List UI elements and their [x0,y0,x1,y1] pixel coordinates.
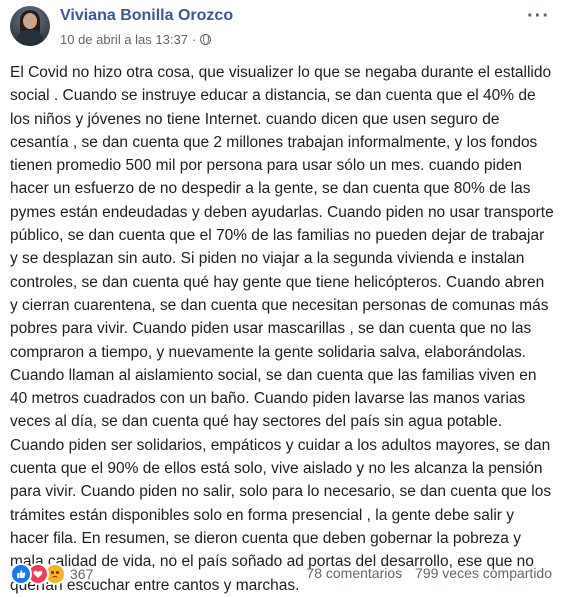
comments-count-link[interactable]: 78 comentarios [306,565,402,581]
author-name-link[interactable]: Viviana Bonilla Orozco [60,7,233,25]
facebook-post: Viviana Bonilla Orozco 10 de abril a las… [0,0,562,597]
like-icon [10,563,32,585]
avatar[interactable] [10,6,50,46]
reactions-summary[interactable]: 367 [10,563,93,585]
more-options-icon[interactable]: ··· [527,6,550,26]
meta-separator: · [191,32,197,47]
post-header: Viviana Bonilla Orozco 10 de abril a las… [10,6,552,52]
post-timestamp[interactable]: 10 de abril a las 13:37 [60,32,188,47]
reaction-count[interactable]: 367 [70,566,93,582]
globe-icon[interactable] [200,34,212,45]
post-meta: 10 de abril a las 13:37 · [60,32,212,47]
post-footer: 367 78 comentarios 799 veces compartido [10,563,552,585]
shares-count-link[interactable]: 799 veces compartido [415,565,552,581]
engagement-stats: 78 comentarios 799 veces compartido [306,565,552,581]
post-body-text: El Covid no hizo otra cosa, que visualiz… [10,64,554,594]
